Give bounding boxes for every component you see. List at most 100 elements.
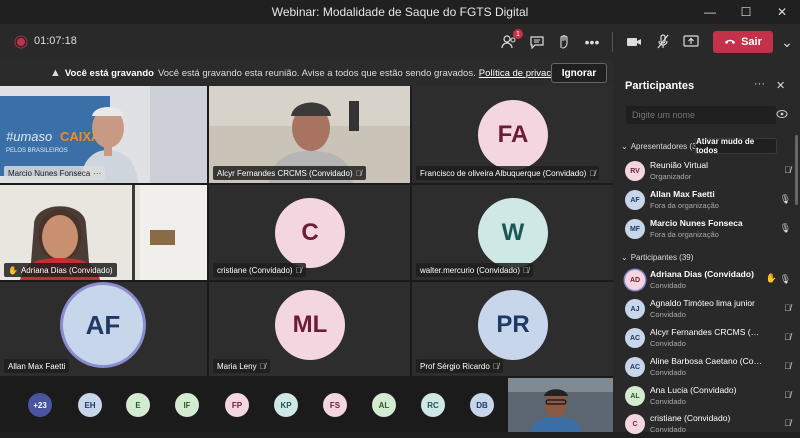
participant-name-tag: Maria Leny 🎙̸ [213, 359, 270, 373]
video-tile[interactable]: #umaso CAIXA PELOS BRASILEIROS Marcio Nu… [0, 86, 207, 183]
participant-name: Allan Max Faetti [650, 189, 715, 199]
participant-name-tag: cristiane (Convidado) 🎙̸ [213, 263, 306, 277]
meeting-toolbar: 01:07:18 1 ••• Sair ⌄ [0, 24, 800, 60]
avatar: MF [625, 219, 645, 239]
participant-name: Adriana Dias (Convidado) [650, 269, 754, 279]
avatar: AC [625, 357, 645, 377]
participant-name-tag: Allan Max Faetti [4, 359, 70, 373]
avatar: RV [625, 161, 645, 181]
avatar: AC [625, 328, 645, 348]
microphone-muted-icon: 🎙̸ [259, 361, 266, 371]
meeting-timer: 01:07:18 [34, 35, 77, 47]
warning-icon: ▲ [50, 67, 61, 79]
participant-row[interactable]: MF Marcio Nunes Fonseca Fora da organiza… [621, 215, 791, 243]
avatar[interactable]: KP [274, 393, 298, 417]
participants-icon[interactable]: 1 [499, 29, 523, 52]
title-bar: Webinar: Modalidade de Saque do FGTS Dig… [0, 0, 800, 24]
more-options-icon[interactable]: ··· [754, 78, 765, 90]
search-participants-input[interactable] [626, 106, 776, 124]
avatar[interactable]: IF [175, 393, 199, 417]
participant-name-tag: Marcio Nunes Fonseca ··· [4, 166, 106, 180]
avatar[interactable]: AL [372, 393, 396, 417]
leave-label: Sair [741, 36, 762, 48]
chat-icon[interactable] [527, 32, 547, 52]
close-window-icon[interactable]: ✕ [764, 0, 800, 24]
avatar[interactable]: RC [421, 393, 445, 417]
avatar: C [275, 198, 345, 268]
video-tile[interactable]: FA Francisco de oliveira Albuquerque (Co… [412, 86, 613, 183]
avatar[interactable]: DB [470, 393, 494, 417]
recording-banner-title: Você está gravando [64, 67, 154, 79]
attendees-section-header[interactable]: ⌄ Participantes (39) [621, 253, 693, 262]
microphone-icon[interactable]: 🎙 [780, 223, 791, 234]
share-invite-icon[interactable] [776, 109, 788, 122]
leave-options-icon[interactable]: ⌄ [777, 32, 797, 52]
participant-role: Convidado [650, 397, 686, 406]
microphone-muted-icon[interactable]: 🎙̸ [784, 165, 791, 175]
video-tile[interactable]: PR Prof Sérgio Ricardo 🎙̸ [412, 282, 613, 376]
microphone-muted-icon[interactable]: 🎙̸ [784, 361, 791, 371]
participant-name: Agnaldo Timóteo lima junior [650, 298, 755, 308]
avatar: AJ [625, 299, 645, 319]
close-panel-icon[interactable]: ✕ [776, 79, 785, 92]
avatar[interactable]: E [126, 393, 150, 417]
avatar[interactable]: FS [323, 393, 347, 417]
minimize-icon[interactable]: — [692, 0, 728, 24]
leave-button[interactable]: Sair [713, 31, 773, 53]
participant-name: Marcio Nunes Fonseca [650, 218, 743, 228]
participant-row[interactable]: AF Allan Max Faetti Fora da organização … [621, 186, 791, 214]
camera-icon[interactable] [624, 32, 644, 52]
participant-role: Convidado [650, 310, 686, 319]
avatar[interactable]: EH [78, 393, 102, 417]
chevron-down-icon: ⌄ [621, 142, 628, 151]
participant-row[interactable]: AC Alcyr Fernandes CRCMS (Convi... Convi… [621, 324, 791, 352]
participant-row[interactable]: C cristiane (Convidado) Convidado 🎙̸ [621, 410, 791, 438]
more-options-icon[interactable]: ••• [582, 32, 602, 52]
participant-role: Convidado [650, 281, 686, 290]
toolbar-divider [612, 32, 613, 52]
microphone-muted-icon[interactable]: 🎙̸ [784, 390, 791, 400]
share-screen-icon[interactable] [681, 32, 701, 52]
participant-row[interactable]: AD Adriana Dias (Convidado) Convidado ✋ … [621, 266, 791, 294]
participant-row[interactable]: AL Ana Lucia (Convidado) Convidado 🎙̸ [621, 382, 791, 410]
microphone-muted-icon: 🎙̸ [295, 265, 302, 275]
more-icon[interactable]: ··· [93, 169, 101, 178]
recording-icon [17, 38, 25, 46]
raise-hand-icon[interactable] [554, 32, 574, 52]
panel-scrollbar[interactable] [795, 135, 798, 205]
participant-role: Fora da organização [650, 230, 719, 239]
video-tile[interactable]: C cristiane (Convidado) 🎙̸ [209, 185, 410, 280]
video-tile[interactable]: Alcyr Fernandes CRCMS (Convidado) 🎙̸ [209, 86, 410, 183]
more-participants-button[interactable]: +23 [28, 393, 52, 417]
video-grid: #umaso CAIXA PELOS BRASILEIROS Marcio Nu… [0, 86, 613, 376]
participant-row[interactable]: AC Aline Barbosa Caetano (Convi... Convi… [621, 353, 791, 381]
presenters-section-header[interactable]: ⌄ Apresentadores (3) [621, 142, 699, 151]
microphone-muted-icon[interactable] [653, 32, 673, 52]
ignore-button[interactable]: Ignorar [551, 63, 607, 83]
microphone-icon[interactable]: 🎙 [780, 194, 791, 205]
raise-hand-icon: ✋ [8, 265, 18, 275]
participant-row[interactable]: RV Reunião Virtual Organizador 🎙̸ [621, 157, 791, 185]
maximize-icon[interactable]: ☐ [728, 0, 764, 24]
mute-all-button[interactable]: Ativar mudo de todos [695, 137, 777, 155]
microphone-muted-icon[interactable]: 🎙̸ [784, 303, 791, 313]
participant-role: Convidado [650, 339, 686, 348]
participant-name-tag: walter.mercurio (Convidado) 🎙̸ [416, 263, 534, 277]
video-tile[interactable]: AF Allan Max Faetti [0, 282, 207, 376]
svg-text:#umaso: #umaso [6, 129, 52, 144]
microphone-muted-icon: 🎙̸ [589, 168, 596, 178]
video-tile[interactable]: ✋ Adriana Dias (Convidado) [0, 185, 207, 280]
raise-hand-icon: ✋ [765, 273, 777, 283]
self-video-preview[interactable] [508, 378, 613, 432]
self-video-feed [508, 378, 613, 432]
video-tile[interactable]: W walter.mercurio (Convidado) 🎙̸ [412, 185, 613, 280]
video-tile[interactable]: ML Maria Leny 🎙̸ [209, 282, 410, 376]
microphone-icon[interactable]: 🎙 [780, 274, 791, 285]
participant-row[interactable]: AJ Agnaldo Timóteo lima junior Convidado… [621, 295, 791, 323]
chevron-down-icon: ⌄ [621, 253, 628, 262]
window-title: Webinar: Modalidade de Saque do FGTS Dig… [271, 5, 529, 19]
participant-role: Convidado [650, 368, 686, 377]
microphone-muted-icon[interactable]: 🎙̸ [784, 418, 791, 428]
avatar[interactable]: FP [225, 393, 249, 417]
microphone-muted-icon[interactable]: 🎙̸ [784, 332, 791, 342]
